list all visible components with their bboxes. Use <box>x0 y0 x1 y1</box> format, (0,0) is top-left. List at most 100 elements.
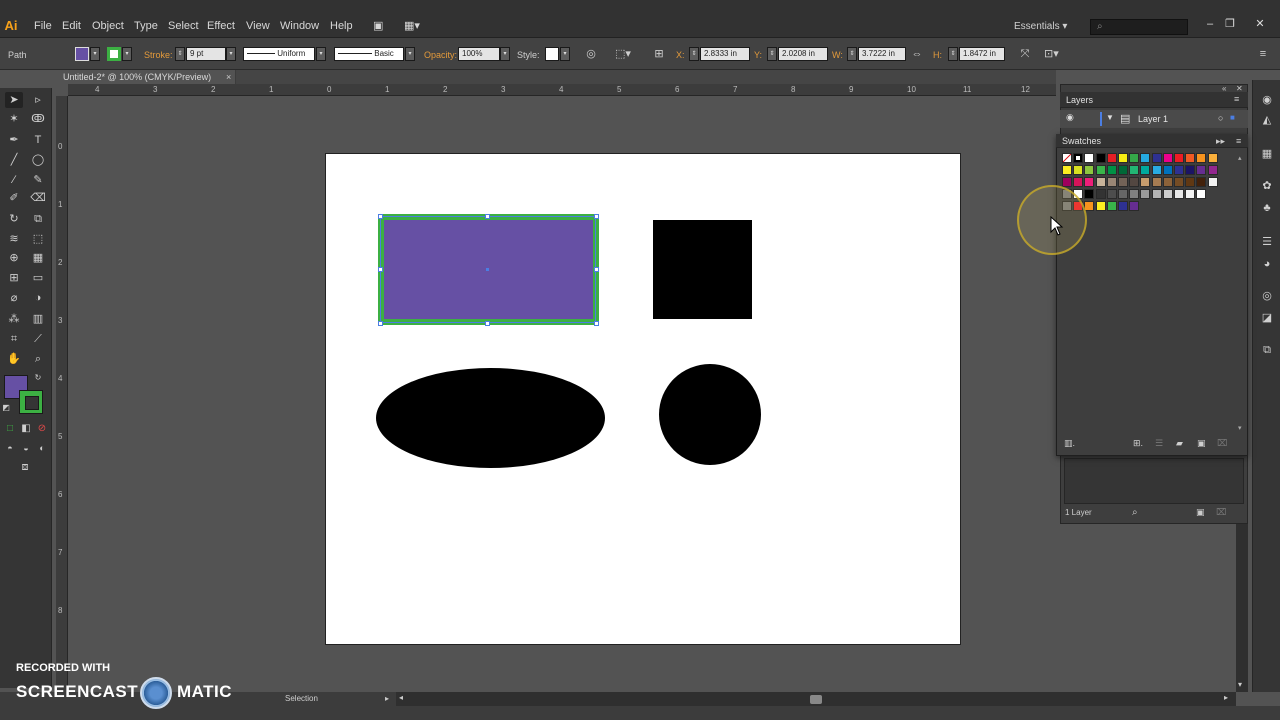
status-menu-icon[interactable]: ▸ <box>385 694 389 703</box>
menu-help[interactable]: Help <box>330 20 353 32</box>
align-to-icon[interactable]: ⬚▾ <box>615 47 631 61</box>
color-swatch[interactable] <box>1162 153 1173 163</box>
swatch-libraries-menu-icon[interactable]: ▥. <box>1064 438 1075 449</box>
color-swatch[interactable] <box>1140 189 1151 199</box>
color-swatch[interactable] <box>1129 189 1140 199</box>
shape-builder-tool-icon[interactable]: ⊕ <box>5 250 23 266</box>
lasso-tool-icon[interactable]: ↂ <box>29 111 47 127</box>
black-square-shape[interactable] <box>653 220 752 319</box>
color-swatch[interactable] <box>1185 153 1196 163</box>
w-stepper[interactable]: ⇕ <box>847 47 857 61</box>
selection-handle[interactable] <box>378 267 383 272</box>
menu-object[interactable]: Object <box>92 20 124 32</box>
fill-color-swatch[interactable] <box>75 47 89 61</box>
color-swatch[interactable] <box>1196 189 1207 199</box>
color-swatch[interactable] <box>1174 189 1184 199</box>
color-swatch[interactable] <box>1151 153 1162 163</box>
y-field[interactable]: 2.0208 in <box>778 47 828 61</box>
close-icon[interactable]: ✕ <box>1236 84 1243 93</box>
color-swatch[interactable] <box>1185 177 1196 187</box>
draw-normal-icon[interactable]: ◓ <box>3 440 17 456</box>
color-swatch[interactable] <box>1196 177 1207 187</box>
graphic-styles-panel-icon[interactable]: ◪ <box>1259 310 1275 326</box>
delete-swatch-icon[interactable]: ⌧ <box>1217 438 1227 449</box>
zoom-tool-icon[interactable]: ⌕ <box>29 351 47 367</box>
color-swatch[interactable] <box>1129 165 1140 175</box>
eraser-tool-icon[interactable]: ⌫ <box>29 190 47 206</box>
selected-art-indicator-icon[interactable]: ■ <box>1230 113 1235 122</box>
stroke-weight-field[interactable]: 9 pt <box>186 47 226 61</box>
profile-dropdown[interactable]: ▾ <box>316 47 326 61</box>
menu-view[interactable]: View <box>246 20 270 32</box>
color-swatch[interactable] <box>1185 165 1196 175</box>
color-swatch[interactable] <box>1118 201 1128 211</box>
color-swatch[interactable] <box>1073 177 1084 187</box>
color-swatch[interactable] <box>1174 177 1184 187</box>
blend-tool-icon[interactable]: ◑ <box>29 290 47 306</box>
color-swatch[interactable] <box>1073 153 1084 163</box>
visibility-eye-icon[interactable]: ◉ <box>1066 112 1074 123</box>
pen-tool-icon[interactable]: ✒ <box>5 132 23 148</box>
new-layer-icon[interactable]: ▣ <box>1196 507 1205 518</box>
selection-handle[interactable] <box>378 214 383 219</box>
swatch-options-icon[interactable]: ☰ <box>1155 438 1163 449</box>
black-circle-shape[interactable] <box>659 364 761 465</box>
color-swatch[interactable] <box>1095 177 1106 187</box>
layer-name[interactable]: Layer 1 <box>1138 114 1168 124</box>
vertical-ruler[interactable]: 0 1 2 3 4 5 6 7 8 <box>56 96 68 692</box>
pencil-tool-icon[interactable]: ✎ <box>29 172 47 188</box>
color-swatch[interactable] <box>1062 153 1072 163</box>
stroke-color-box[interactable] <box>19 390 43 414</box>
color-swatch[interactable] <box>1174 153 1184 163</box>
none-mode-icon[interactable]: ⊘ <box>35 421 49 437</box>
stroke-color-swatch[interactable] <box>107 47 121 61</box>
color-swatch[interactable] <box>1207 165 1218 175</box>
color-swatch[interactable] <box>1129 177 1140 187</box>
default-fill-stroke-icon[interactable]: ◩ <box>0 400 12 416</box>
graphic-style-swatch[interactable] <box>545 47 559 61</box>
style-dropdown[interactable]: ▾ <box>560 47 570 61</box>
document-tab[interactable]: Untitled-2* @ 100% (CMYK/Preview) <box>56 70 236 84</box>
color-swatch[interactable] <box>1162 177 1173 187</box>
width-tool-icon[interactable]: ≋ <box>5 231 23 247</box>
perspective-grid-tool-icon[interactable]: ▦ <box>29 250 47 266</box>
direct-selection-tool-icon[interactable]: ▹ <box>29 92 47 108</box>
recolor-artwork-icon[interactable]: ◎ <box>584 47 598 61</box>
menu-window[interactable]: Window <box>280 20 319 32</box>
type-tool-icon[interactable]: T <box>29 132 47 148</box>
menu-effect[interactable]: Effect <box>207 20 235 32</box>
minimize-button[interactable]: – <box>1202 17 1218 31</box>
color-panel-icon[interactable]: ◉ <box>1259 92 1275 108</box>
horizontal-ruler[interactable]: 4 3 2 1 0 1 2 3 4 5 6 7 8 9 10 11 12 <box>68 84 1056 96</box>
reference-point-icon[interactable]: ⊞ <box>652 47 666 61</box>
scroll-right-icon[interactable]: ▸ <box>1224 693 1228 702</box>
color-swatch[interactable] <box>1162 189 1173 199</box>
stroke-weight-dropdown[interactable]: ▾ <box>226 47 236 61</box>
gradient-mode-icon[interactable]: ◧ <box>19 421 33 437</box>
slice-tool-icon[interactable]: ⟋ <box>29 331 47 347</box>
status-tool-label[interactable]: Selection <box>285 694 318 703</box>
collapse-icon[interactable]: « <box>1222 84 1226 93</box>
color-swatch[interactable] <box>1106 177 1117 187</box>
stroke-panel-icon[interactable]: ☰ <box>1259 234 1275 250</box>
opacity-field[interactable]: 100% <box>458 47 500 61</box>
color-swatch[interactable] <box>1129 153 1140 163</box>
draw-behind-icon[interactable]: ◒ <box>19 440 33 456</box>
free-transform-tool-icon[interactable]: ⬚ <box>29 231 47 247</box>
appearance-panel-icon[interactable]: ◎ <box>1259 288 1275 304</box>
color-swatch[interactable] <box>1140 153 1151 163</box>
target-icon[interactable]: ○ <box>1218 113 1223 123</box>
horizontal-scroll-thumb[interactable] <box>810 695 822 704</box>
selection-handle[interactable] <box>485 321 490 326</box>
variable-width-profile[interactable]: Uniform <box>243 47 315 61</box>
constrain-proportions-icon[interactable]: ⇔ <box>910 47 924 61</box>
color-swatch[interactable] <box>1084 201 1095 211</box>
color-swatch[interactable] <box>1151 177 1162 187</box>
panel-menu-icon[interactable]: ≡ <box>1234 94 1239 104</box>
expand-icon[interactable]: ▸▸ <box>1216 136 1225 147</box>
scroll-down-icon[interactable]: ▾ <box>1238 680 1242 689</box>
eyedropper-tool-icon[interactable]: ⌀ <box>5 290 23 306</box>
color-swatch[interactable] <box>1118 189 1128 199</box>
color-swatch[interactable] <box>1084 153 1095 163</box>
color-swatch[interactable] <box>1095 189 1106 199</box>
